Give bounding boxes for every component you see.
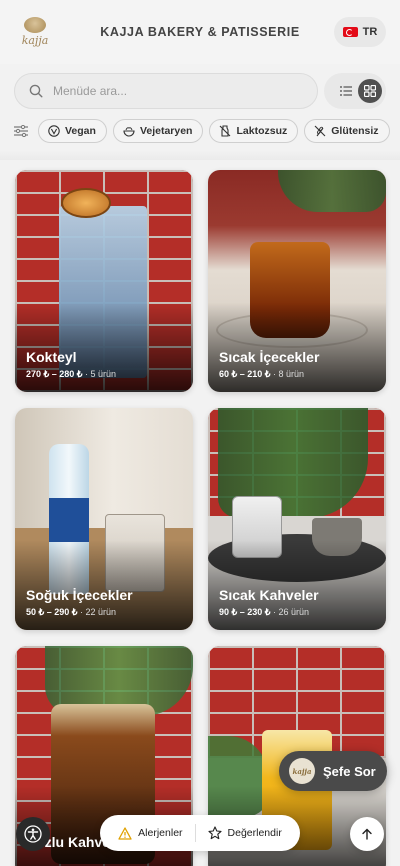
scroll-fade: [0, 150, 400, 160]
arrow-up-icon: [362, 828, 372, 840]
list-view-button[interactable]: [334, 79, 358, 103]
filter-chip-label: Glütensiz: [331, 125, 379, 137]
chef-avatar: kajja: [289, 758, 315, 784]
grid-icon: [364, 85, 376, 97]
category-item-count: · 26 ürün: [273, 607, 310, 617]
water-bottle-label: [49, 498, 89, 542]
turkey-flag-icon: [342, 27, 358, 37]
search-bar[interactable]: [14, 73, 318, 109]
category-title: Kokteyl: [26, 349, 77, 365]
rate-button[interactable]: Değerlendir: [196, 826, 294, 840]
category-price-range: 270 ₺ – 280 ₺: [26, 369, 83, 379]
allergens-label: Alerjenler: [138, 827, 183, 839]
accessibility-button[interactable]: [16, 817, 50, 851]
category-title: Sıcak Kahveler: [219, 587, 319, 603]
rate-label: Değerlendir: [227, 827, 282, 839]
warning-icon: [118, 826, 132, 840]
category-price-range: 90 ₺ – 230 ₺: [219, 607, 271, 617]
category-meta: 60 ₺ – 210 ₺ · 8 ürün: [219, 369, 304, 380]
category-item-count: · 8 ürün: [273, 369, 305, 379]
category-price-range: 50 ₺ – 290 ₺: [26, 607, 78, 617]
scroll-top-button[interactable]: [350, 817, 384, 851]
brand-logo[interactable]: kajja: [14, 14, 56, 50]
filter-chip-lactose-free[interactable]: Laktozsuz: [209, 119, 299, 143]
orange-slice-garnish: [61, 188, 111, 218]
category-title: Soğuk İçecekler: [26, 587, 133, 603]
category-meta: 50 ₺ – 290 ₺ · 22 ürün: [26, 607, 116, 618]
filter-chip-gluten-free[interactable]: Glütensiz: [304, 119, 390, 143]
brand-title: KAJJA BAKERY & PATISSERIE: [100, 25, 300, 39]
allergens-button[interactable]: Alerjenler: [106, 826, 194, 840]
filter-chip-label: Vejetaryen: [139, 125, 193, 137]
category-card-sicak-icecekler[interactable]: Sıcak İçecekler 60 ₺ – 210 ₺ · 8 ürün: [208, 170, 386, 392]
category-card-sicak-kahveler[interactable]: Sıcak Kahveler 90 ₺ – 230 ₺ · 26 ürün: [208, 408, 386, 630]
lactose-free-icon: [220, 125, 231, 137]
view-toggle: [324, 73, 386, 109]
category-card-kokteyl[interactable]: Kokteyl 270 ₺ – 280 ₺ · 5 ürün: [15, 170, 193, 392]
filter-chip-vegetarian[interactable]: Vejetaryen: [112, 119, 204, 143]
gluten-free-icon: [314, 125, 326, 137]
category-price-range: 60 ₺ – 210 ₺: [219, 369, 271, 379]
diet-filter-row: Vegan Vejetaryen Laktozsuz Glütensiz: [14, 118, 400, 144]
grid-view-button[interactable]: [358, 79, 382, 103]
category-item-count: · 5 ürün: [85, 369, 117, 379]
logo-wordmark: kajja: [21, 34, 49, 47]
logo-seal-icon: [24, 17, 46, 33]
category-meta: 90 ₺ – 230 ₺ · 26 ürün: [219, 607, 309, 618]
vegetarian-icon: [123, 127, 135, 137]
list-icon: [340, 86, 352, 96]
category-meta: 270 ₺ – 280 ₺ · 5 ürün: [26, 369, 116, 380]
filter-chip-label: Vegan: [65, 125, 96, 137]
filter-sliders-icon[interactable]: [14, 125, 28, 137]
accessibility-icon: [24, 825, 42, 843]
language-code: TR: [362, 26, 378, 38]
vegan-icon: [48, 125, 60, 137]
bottom-action-bar: Alerjenler Değerlendir: [100, 815, 300, 851]
category-card-soguk-icecekler[interactable]: Soğuk İçecekler 50 ₺ – 290 ₺ · 22 ürün: [15, 408, 193, 630]
search-input[interactable]: [53, 84, 293, 98]
search-icon: [29, 84, 43, 98]
filter-chip-vegan[interactable]: Vegan: [38, 119, 107, 143]
ask-chef-label: Şefe Sor: [323, 763, 376, 779]
ask-chef-button[interactable]: kajja Şefe Sor: [279, 751, 387, 791]
star-icon: [207, 826, 222, 840]
app-header: kajja KAJJA BAKERY & PATISSERIE TR: [0, 0, 400, 64]
language-selector[interactable]: TR: [334, 17, 386, 47]
category-title: Sıcak İçecekler: [219, 349, 320, 365]
filter-chip-label: Laktozsuz: [236, 125, 288, 137]
category-item-count: · 22 ürün: [80, 607, 117, 617]
